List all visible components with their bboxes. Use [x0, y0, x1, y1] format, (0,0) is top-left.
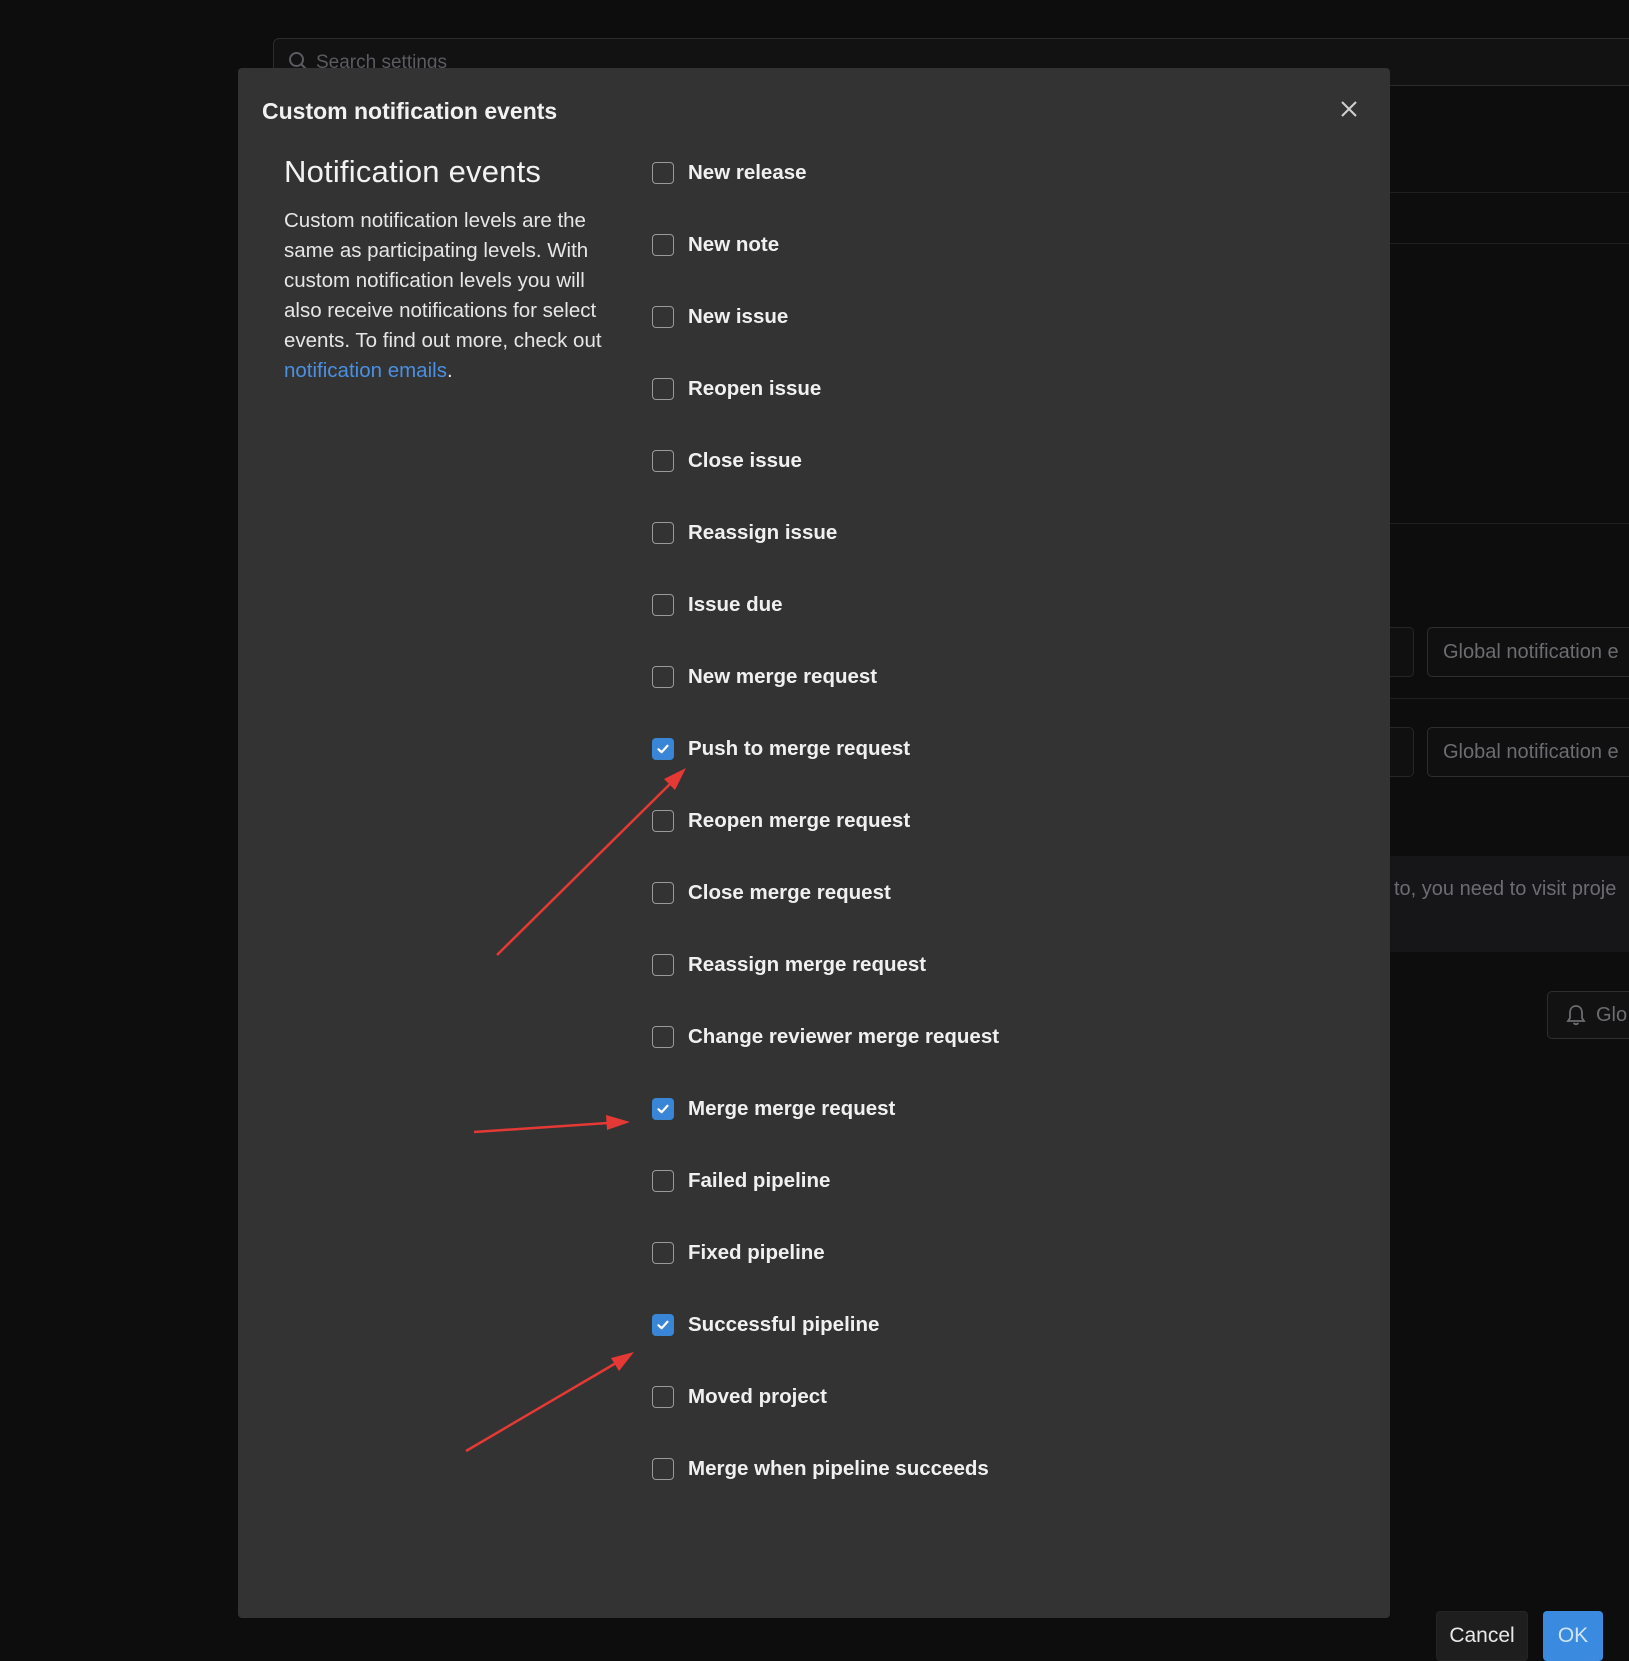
check-icon — [657, 1320, 669, 1330]
section-description: Custom notification levels are the same … — [284, 209, 602, 382]
event-label[interactable]: Reassign issue — [688, 521, 837, 545]
check-icon — [657, 1104, 669, 1114]
notification-level-select[interactable]: Global notification e — [1427, 727, 1629, 777]
event-checkbox[interactable] — [652, 738, 674, 760]
event-item: Push to merge request — [652, 734, 910, 764]
event-item: Close issue — [652, 446, 802, 476]
event-checkbox[interactable] — [652, 954, 674, 976]
event-checkbox[interactable] — [652, 306, 674, 328]
event-item: New issue — [652, 302, 788, 332]
event-checkbox[interactable] — [652, 594, 674, 616]
event-item: Merge when pipeline succeeds — [652, 1454, 989, 1484]
check-icon — [657, 744, 669, 754]
event-item: Moved project — [652, 1382, 827, 1412]
event-label[interactable]: Close issue — [688, 449, 802, 473]
event-item: Failed pipeline — [652, 1166, 830, 1196]
event-checkbox[interactable] — [652, 522, 674, 544]
info-alert: to, you need to visit proje — [1390, 856, 1629, 952]
event-item: Fixed pipeline — [652, 1238, 825, 1268]
global-notification-button[interactable]: Glo — [1547, 991, 1629, 1039]
event-checkbox[interactable] — [652, 450, 674, 472]
event-item: New note — [652, 230, 779, 260]
divider — [1390, 192, 1629, 193]
event-item: Merge merge request — [652, 1094, 895, 1124]
event-label[interactable]: Failed pipeline — [688, 1169, 830, 1193]
divider — [1390, 523, 1629, 524]
event-checkbox[interactable] — [652, 1242, 674, 1264]
event-item: Reassign merge request — [652, 950, 926, 980]
event-label[interactable]: Merge merge request — [688, 1097, 895, 1121]
event-label[interactable]: New release — [688, 161, 807, 185]
event-checkbox[interactable] — [652, 1098, 674, 1120]
event-checkbox[interactable] — [652, 1170, 674, 1192]
event-item: New merge request — [652, 662, 877, 692]
custom-notification-modal: Custom notification events Notification … — [238, 68, 1603, 1661]
event-label[interactable]: Successful pipeline — [688, 1313, 879, 1337]
event-item: Reopen issue — [652, 374, 821, 404]
event-checkbox[interactable] — [652, 378, 674, 400]
close-button[interactable] — [1334, 94, 1364, 124]
event-label[interactable]: Issue due — [688, 593, 783, 617]
event-label[interactable]: Reopen merge request — [688, 809, 910, 833]
event-checkbox[interactable] — [652, 234, 674, 256]
event-checkbox[interactable] — [652, 810, 674, 832]
event-label[interactable]: Merge when pipeline succeeds — [688, 1457, 989, 1481]
event-label[interactable]: Fixed pipeline — [688, 1241, 825, 1265]
event-checkbox[interactable] — [652, 1458, 674, 1480]
notification-emails-link[interactable]: notification emails — [284, 359, 447, 382]
event-checkbox[interactable] — [652, 882, 674, 904]
close-icon — [1341, 101, 1357, 117]
event-label[interactable]: Reopen issue — [688, 377, 821, 401]
event-checkbox[interactable] — [652, 1386, 674, 1408]
event-item: New release — [652, 158, 807, 188]
divider — [1390, 698, 1629, 699]
cancel-button[interactable]: Cancel — [1436, 1611, 1528, 1661]
divider — [1390, 243, 1629, 244]
ok-button[interactable]: OK — [1543, 1611, 1603, 1661]
event-label[interactable]: Reassign merge request — [688, 953, 926, 977]
event-checkbox[interactable] — [652, 1026, 674, 1048]
event-item: Successful pipeline — [652, 1310, 879, 1340]
event-label[interactable]: New issue — [688, 305, 788, 329]
event-label[interactable]: Close merge request — [688, 881, 891, 905]
event-label[interactable]: Change reviewer merge request — [688, 1025, 999, 1049]
event-label[interactable]: Moved project — [688, 1385, 827, 1409]
event-item: Reopen merge request — [652, 806, 910, 836]
event-checkbox[interactable] — [652, 666, 674, 688]
event-label[interactable]: New merge request — [688, 665, 877, 689]
event-item: Issue due — [652, 590, 783, 620]
section-heading: Notification events — [284, 154, 542, 189]
event-checkbox[interactable] — [652, 162, 674, 184]
event-label[interactable]: New note — [688, 233, 779, 257]
event-item: Change reviewer merge request — [652, 1022, 999, 1052]
event-item: Reassign issue — [652, 518, 837, 548]
event-label[interactable]: Push to merge request — [688, 737, 910, 761]
event-item: Close merge request — [652, 878, 891, 908]
notification-level-select[interactable]: Global notification e — [1427, 627, 1629, 677]
event-checkbox[interactable] — [652, 1314, 674, 1336]
modal-title: Custom notification events — [262, 98, 558, 124]
bell-icon — [1566, 1005, 1586, 1026]
intro-section: Notification events Custom notification … — [284, 154, 614, 386]
